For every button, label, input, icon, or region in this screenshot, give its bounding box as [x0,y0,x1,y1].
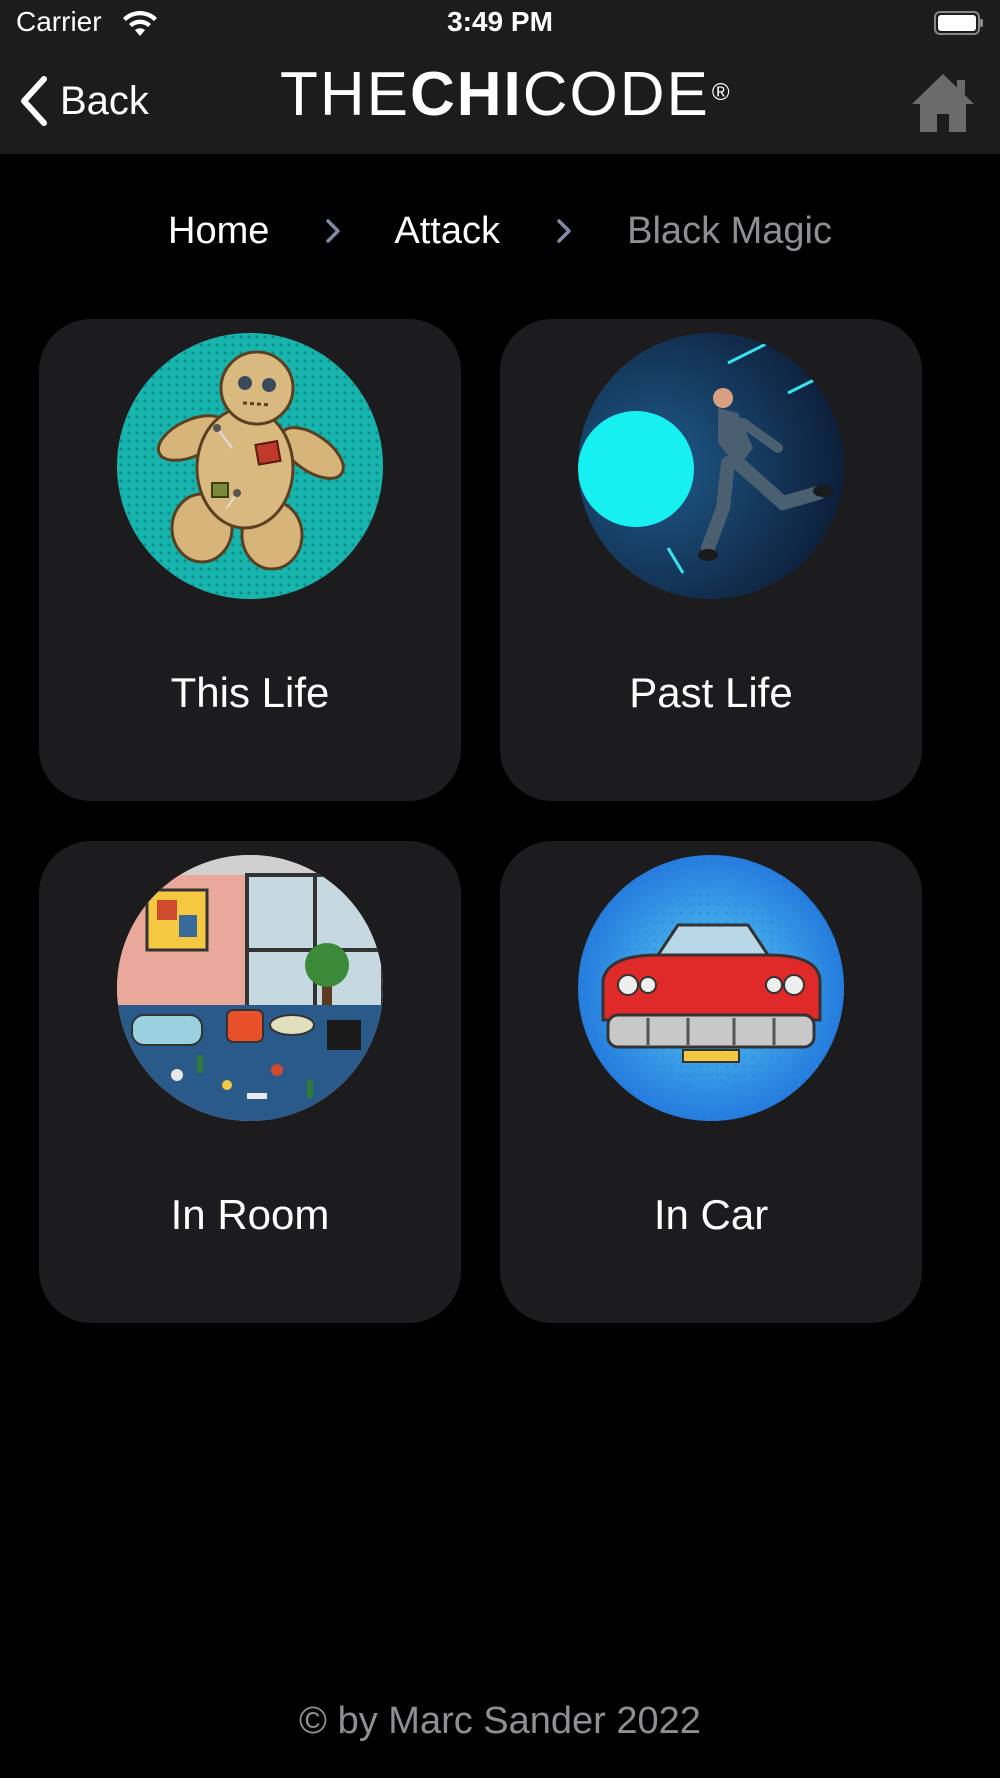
chevron-right-icon [556,219,571,243]
logo-part-code: CODE [522,60,710,129]
registered-mark: ® [711,79,732,106]
card-title: In Room [170,1191,330,1238]
status-bar: Carrier 3:49 PM [0,0,1000,50]
card-title: In Car [653,1191,769,1238]
navigation-bar: Carrier 3:49 PM Back THECHICODE® [0,0,1000,154]
back-button[interactable]: Back [18,70,149,132]
voodoo-doll-icon [117,333,383,599]
breadcrumb-current: Black Magic [627,210,832,252]
red-car-icon [578,855,844,1121]
breadcrumb: Home Attack Black Magic [0,210,1000,253]
app-logo: THECHICODE® [280,60,730,130]
messy-room-icon [117,855,383,1121]
status-time: 3:49 PM [447,6,553,37]
running-man-portal-icon [578,333,844,599]
chevron-right-icon [326,219,340,243]
card-this-life[interactable]: This Life [39,319,461,801]
logo-part-the: THE [280,60,410,129]
logo-part-chi: CHI [410,60,523,129]
home-icon[interactable] [910,70,976,134]
card-past-life[interactable]: Past Life [500,319,922,801]
card-in-car[interactable]: In Car [500,841,922,1323]
chevron-left-icon [21,76,47,126]
breadcrumb-home[interactable]: Home [168,210,269,252]
back-label: Back [60,78,149,123]
battery-icon [934,11,983,35]
breadcrumb-attack[interactable]: Attack [394,210,500,252]
card-title: This Life [170,669,330,716]
card-title: Past Life [629,669,793,716]
footer-copyright: © by Marc Sander 2022 [299,1700,701,1742]
card-in-room[interactable]: In Room [39,841,461,1323]
